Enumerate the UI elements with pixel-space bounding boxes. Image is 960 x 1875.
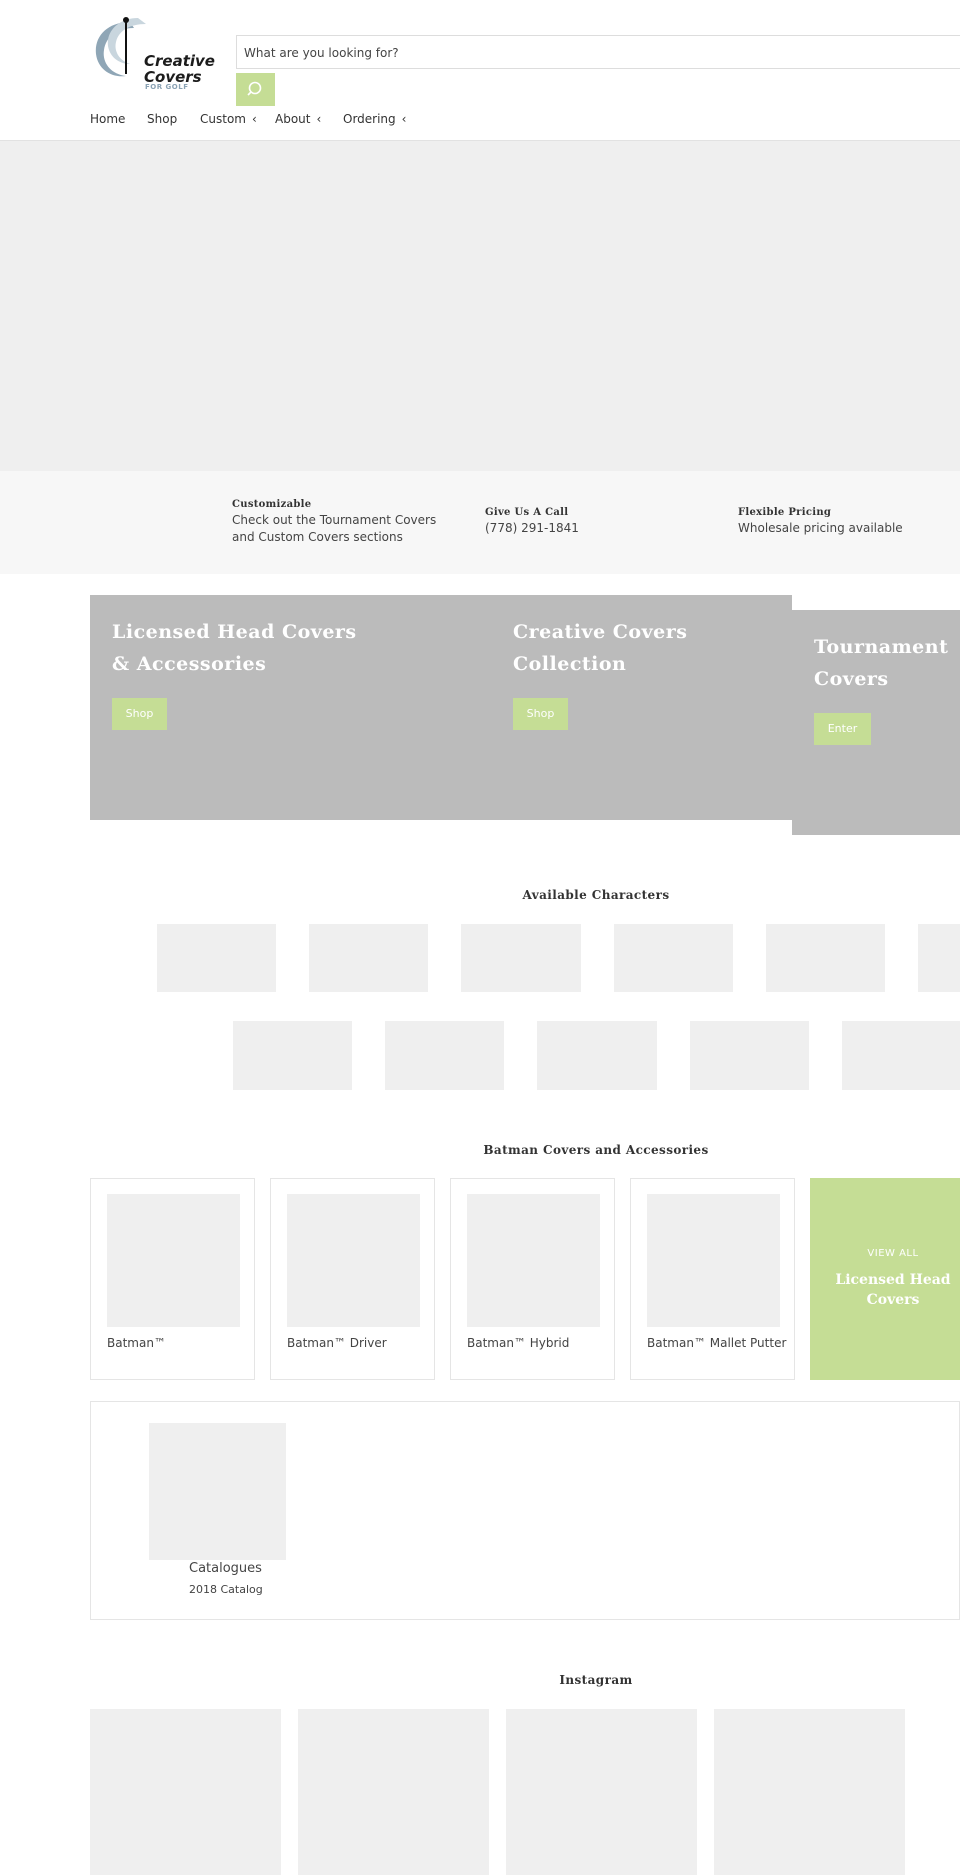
character-thumb[interactable]	[537, 1021, 657, 1090]
info-pricing: Flexible Pricing Wholesale pricing avail…	[738, 507, 948, 537]
info-title: Give Us A Call	[485, 507, 569, 518]
character-thumb[interactable]	[690, 1021, 809, 1090]
site-logo[interactable]: Creative Covers FOR GOLF	[90, 14, 220, 91]
catalogues-section: Catalogues 2018 Catalog	[90, 1401, 960, 1620]
nav-about[interactable]: About ‹	[275, 112, 321, 126]
product-image	[107, 1194, 240, 1327]
info-title: Customizable	[232, 499, 312, 510]
info-phone[interactable]: (778) 291-1841	[485, 520, 685, 537]
nav-custom[interactable]: Custom ‹	[200, 112, 257, 126]
nav-custom-label: Custom	[200, 112, 246, 126]
catalog-image[interactable]	[149, 1423, 286, 1560]
info-text: Wholesale pricing available	[738, 521, 903, 535]
nav-ordering[interactable]: Ordering ‹	[343, 112, 406, 126]
product-card[interactable]: Batman™ Driver	[270, 1178, 435, 1380]
promo-title-line: Creative Covers	[513, 621, 688, 643]
catalogues-title: Catalogues	[189, 1561, 262, 1576]
instagram-post[interactable]	[506, 1709, 697, 1875]
nav-ordering-label: Ordering	[343, 112, 396, 126]
character-thumb[interactable]	[842, 1021, 960, 1090]
view-all-kicker: VIEW ALL	[867, 1248, 919, 1259]
info-text: Check out the Tournament Covers and Cust…	[232, 513, 437, 544]
nav-about-label: About	[275, 112, 311, 126]
character-thumb[interactable]	[233, 1021, 352, 1090]
product-card[interactable]: Batman™ Hybrid	[450, 1178, 615, 1380]
promo-title-line: Covers	[814, 668, 889, 690]
info-call: Give Us A Call (778) 291-1841	[485, 507, 685, 537]
product-title: Batman™ Driver	[287, 1336, 387, 1350]
hero-banner[interactable]	[0, 141, 960, 471]
shop-button[interactable]: Shop	[112, 698, 167, 730]
product-image	[647, 1194, 780, 1327]
promo-title-line: & Accessories	[112, 653, 267, 675]
character-thumb[interactable]	[461, 924, 581, 992]
info-title: Flexible Pricing	[738, 507, 832, 518]
view-all-licensed-covers[interactable]: VIEW ALL Licensed Head Covers	[810, 1178, 960, 1380]
character-thumb[interactable]	[309, 924, 428, 992]
chevron-left-icon: ‹	[316, 112, 322, 126]
site-header: Creative Covers FOR GOLF What are you lo…	[0, 0, 960, 141]
catalog-link[interactable]: 2018 Catalog	[189, 1583, 263, 1596]
nav-home[interactable]: Home	[90, 112, 125, 126]
character-thumb[interactable]	[766, 924, 885, 992]
promo-title-line: Licensed Head Covers	[112, 621, 357, 643]
shop-button[interactable]: Shop	[513, 698, 568, 730]
promo-title-line: Collection	[513, 653, 627, 675]
product-image	[467, 1194, 600, 1327]
search-icon	[247, 81, 262, 96]
product-title: Batman™	[107, 1336, 166, 1350]
promo-title-line: Tournament	[814, 636, 949, 658]
product-card[interactable]: Batman™	[90, 1178, 255, 1380]
search-button[interactable]	[236, 73, 275, 106]
instagram-post[interactable]	[298, 1709, 489, 1875]
view-all-title-line: Licensed Head	[835, 1272, 951, 1288]
product-title: Batman™ Hybrid	[467, 1336, 570, 1350]
product-image	[287, 1194, 420, 1327]
character-thumb[interactable]	[614, 924, 733, 992]
product-card[interactable]: Batman™ Mallet Putter	[630, 1178, 795, 1380]
info-customizable: Customizable Check out the Tournament Co…	[232, 499, 447, 546]
nav-shop[interactable]: Shop	[147, 112, 177, 126]
character-thumb[interactable]	[157, 924, 276, 992]
character-thumb[interactable]	[918, 924, 960, 992]
characters-heading: Available Characters	[522, 888, 670, 902]
search-placeholder: What are you looking for?	[244, 46, 399, 60]
logo-text-for-golf: FOR GOLF	[145, 83, 189, 91]
promo-licensed-title: Licensed Head Covers & Accessories	[112, 616, 357, 680]
view-all-title: Licensed Head Covers	[810, 1270, 960, 1310]
enter-button[interactable]: Enter	[814, 713, 871, 745]
product-title: Batman™ Mallet Putter	[647, 1336, 787, 1350]
chevron-left-icon: ‹	[401, 112, 407, 126]
batman-heading: Batman Covers and Accessories	[483, 1143, 709, 1157]
instagram-post[interactable]	[714, 1709, 905, 1875]
character-thumb[interactable]	[385, 1021, 504, 1090]
promo-creative-title: Creative Covers Collection	[513, 616, 687, 680]
promo-tournament-title: Tournament Covers	[814, 631, 948, 695]
instagram-post[interactable]	[90, 1709, 281, 1875]
instagram-heading: Instagram	[559, 1673, 633, 1687]
chevron-left-icon: ‹	[251, 112, 257, 126]
view-all-title-line: Covers	[866, 1292, 920, 1308]
